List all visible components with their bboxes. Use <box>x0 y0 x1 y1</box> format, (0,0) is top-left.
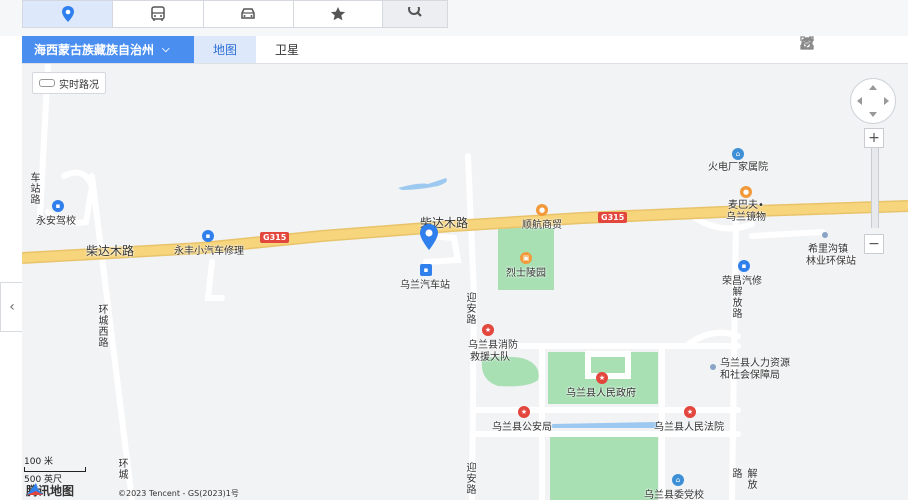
search-icon <box>408 7 422 17</box>
shop-icon[interactable]: ● <box>536 204 548 216</box>
map-header: 海西蒙古族藏族自治州 ⌵ 地图 卫星 <box>22 36 908 64</box>
place-dot-icon <box>710 364 716 370</box>
tencent-map-logo: 腾讯地图 <box>26 482 74 499</box>
green-south <box>550 436 658 500</box>
poi-fire-2[interactable]: 救援大队 <box>470 348 510 363</box>
ruler-icon[interactable] <box>800 36 860 58</box>
map-toolbar <box>800 36 904 63</box>
poi-shunhang[interactable]: 顺航商贸 <box>522 216 562 231</box>
place-dot-icon <box>822 232 828 238</box>
city-selector[interactable]: 海西蒙古族藏族自治州 ⌵ <box>22 36 194 63</box>
road-label-huancheng-west: 环城西路 <box>96 304 107 348</box>
left-panel: ‹ <box>0 36 24 500</box>
government-icon[interactable]: ★ <box>596 372 608 384</box>
poi-rongchang[interactable]: 荣昌汽修 <box>722 272 762 287</box>
collapse-panel-button[interactable]: ‹ <box>0 282 24 332</box>
car-icon <box>241 8 255 19</box>
zoom-in-button[interactable]: + <box>864 128 884 148</box>
share-icon[interactable] <box>801 37 838 58</box>
star-icon <box>331 7 346 21</box>
poi-yongfeng[interactable]: 永丰小汽车修理 <box>174 242 244 257</box>
water-canal <box>552 422 658 428</box>
map-canvas[interactable]: 海西蒙古族藏族自治州 ⌵ 地图 卫星 实时路况 + − 柴达木路 柴达木路 G3… <box>22 36 908 500</box>
zoom-control: + − <box>864 128 884 254</box>
chevron-down-icon: ⌵ <box>162 44 170 55</box>
pan-control[interactable] <box>850 78 896 124</box>
mode-tabs <box>22 0 384 28</box>
bus-stop-icon[interactable]: ▪ <box>202 230 214 242</box>
search-button[interactable] <box>382 0 448 28</box>
poi-hr-2[interactable]: 和社会保障局 <box>720 366 780 381</box>
tab-bus[interactable] <box>113 1 204 27</box>
road-label-jiefang-north: 解放路 <box>730 286 741 319</box>
maptype-map[interactable]: 地图 <box>194 36 256 63</box>
road-label-yingan-north: 迎安路 <box>464 292 475 325</box>
chevron-left-icon: ‹ <box>9 299 15 315</box>
poi-xili-2[interactable]: 林业环保站 <box>806 252 856 267</box>
location-pin-icon <box>61 6 74 22</box>
traffic-label: 实时路况 <box>59 79 99 91</box>
poi-police[interactable]: 乌兰县公安局 <box>492 418 552 433</box>
city-name: 海西蒙古族藏族自治州 <box>34 43 155 57</box>
top-bar <box>0 0 908 37</box>
traffic-toggle[interactable]: 实时路况 <box>32 72 106 94</box>
road-label-yingan-south: 迎安路 <box>464 462 475 495</box>
copyright: ©2023 Tencent - GS(2023)1号 <box>118 489 239 498</box>
zoom-out-button[interactable]: − <box>864 234 884 254</box>
route-shield-g315-east: G315 <box>598 212 628 223</box>
fire-station-icon[interactable]: ★ <box>482 324 494 336</box>
bus-icon <box>151 6 165 21</box>
poi-lieshi[interactable]: 烈士陵园 <box>506 264 546 279</box>
map-roads <box>22 61 908 500</box>
location-marker-icon[interactable] <box>419 224 439 250</box>
water-north <box>398 178 447 190</box>
poi-maibafu-2[interactable]: 乌兰镜物 <box>726 208 766 223</box>
bus-stop-icon[interactable]: ▪ <box>52 200 64 212</box>
poi-gov[interactable]: 乌兰县人民政府 <box>566 384 636 399</box>
scale-metric: 100 米 <box>24 457 54 467</box>
trash-icon[interactable] <box>802 37 882 58</box>
fullscreen-icon[interactable] <box>800 36 904 58</box>
bus-station-icon[interactable]: ▪ <box>420 264 432 276</box>
poi-wulan-station[interactable]: 乌兰汽车站 <box>400 276 450 291</box>
scale-bar: 100 米 500 英尺 <box>24 454 86 485</box>
road-label-chaidamu-west: 柴达木路 <box>86 244 135 258</box>
court-icon[interactable]: ★ <box>684 406 696 418</box>
traffic-icon <box>39 79 55 87</box>
tab-location[interactable] <box>23 1 114 27</box>
pan-arrows-icon <box>857 85 889 117</box>
police-icon[interactable]: ★ <box>518 406 530 418</box>
tencent-logo-icon <box>27 483 43 495</box>
monument-icon[interactable]: ▣ <box>520 252 532 264</box>
poi-party[interactable]: 乌兰县委党校 <box>644 486 704 500</box>
road-label-chezhan: 车站路 <box>28 172 39 205</box>
zoom-slider[interactable] <box>871 148 879 228</box>
poi-court[interactable]: 乌兰县人民法院 <box>654 418 724 433</box>
bus-stop-icon[interactable]: ▪ <box>738 260 750 272</box>
poi-huodian[interactable]: 火电厂家属院 <box>708 158 768 173</box>
road-label-jiefang-south: 解放路 <box>730 468 756 490</box>
route-shield-g315-west: G315 <box>260 232 290 243</box>
road-label-huancheng: 环城 <box>116 458 127 480</box>
tab-favorites[interactable] <box>294 1 383 27</box>
maptype-satellite[interactable]: 卫星 <box>256 36 318 63</box>
poi-yongan[interactable]: 永安驾校 <box>36 212 76 227</box>
tab-drive[interactable] <box>204 1 294 27</box>
school-icon[interactable]: ⌂ <box>672 474 684 486</box>
